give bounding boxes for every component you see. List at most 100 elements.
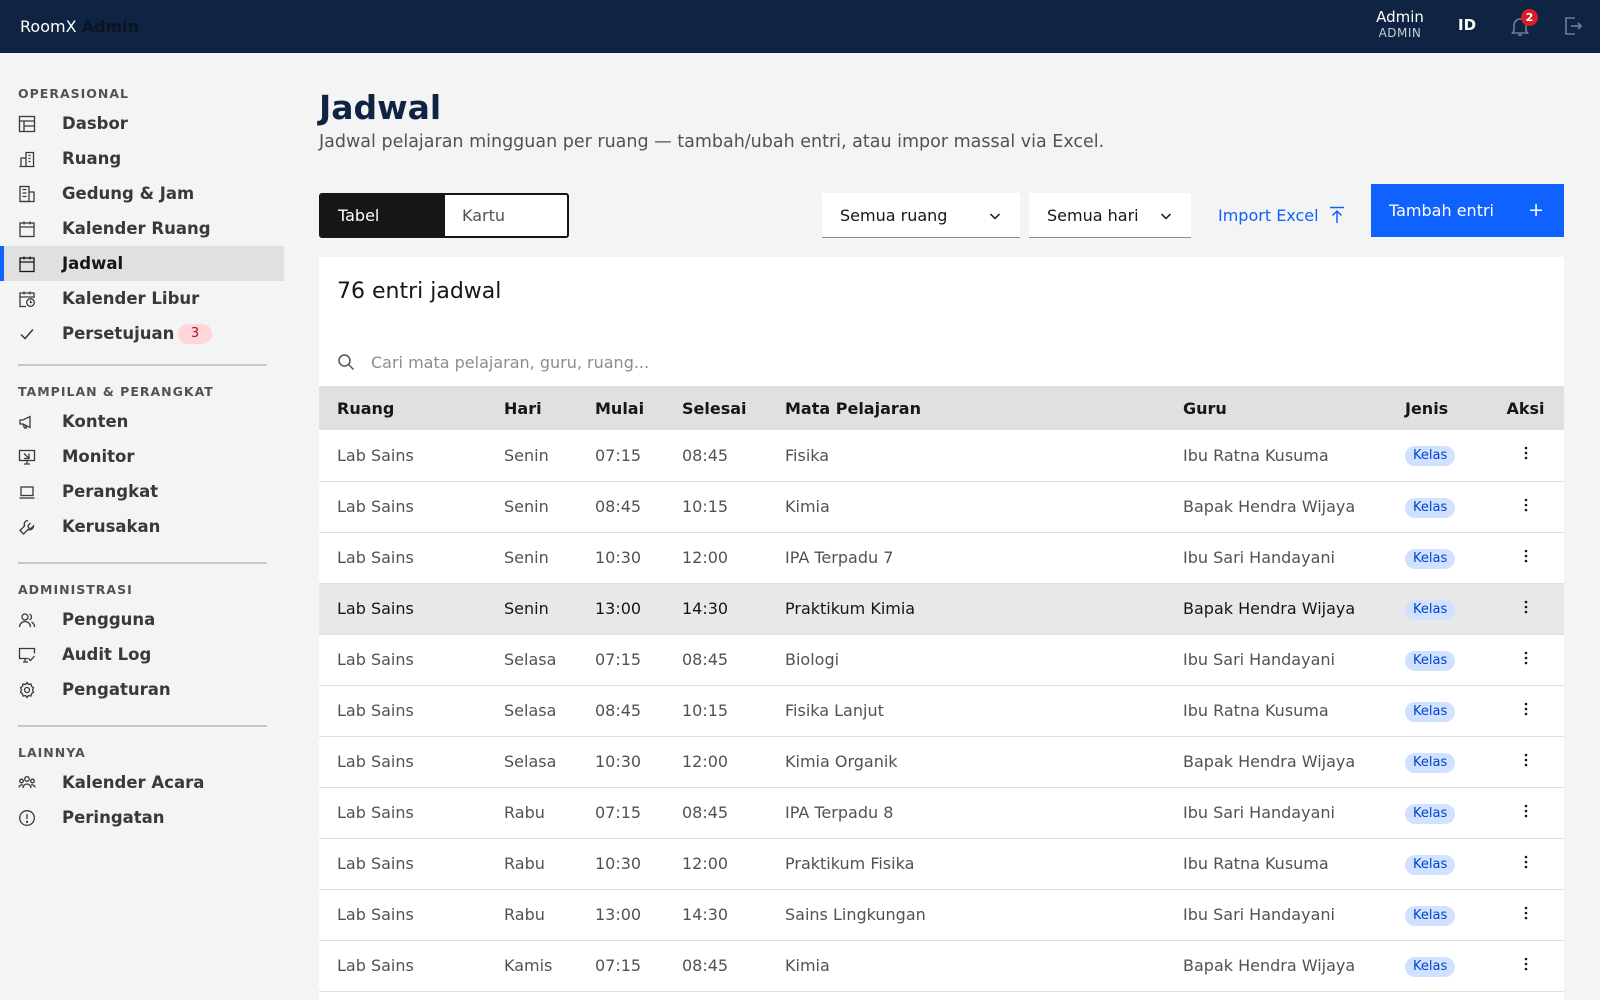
table-row[interactable]: Lab Sains Selasa 10:30 12:00 Kimia Organik Ba…	[319, 736, 1564, 787]
type-tag: Kelas	[1405, 650, 1456, 671]
room-filter-select[interactable]: Semua ruang	[822, 193, 1020, 238]
warning-icon	[19, 810, 35, 826]
day-filter-value: Semua hari	[1047, 205, 1139, 225]
brand-main: RoomX	[20, 17, 77, 36]
sidebar-item-dasbor[interactable]: Dasbor	[0, 106, 284, 141]
table-row[interactable]: Lab Sains Rabu 13:00 14:30 Sains Lingkungan I…	[319, 889, 1564, 940]
col-mulai[interactable]: Mulai	[577, 386, 664, 430]
table-row[interactable]: Lab Sains Senin 08:45 10:15 Kimia Bapak Hendr…	[319, 481, 1564, 532]
cell-selesai: 12:00	[682, 854, 729, 873]
sidebar-item-label: Konten	[62, 412, 129, 431]
cell-ruang: Lab Sains	[337, 854, 414, 873]
add-entry-label: Tambah entri	[1389, 201, 1494, 220]
table-row[interactable]: Lab Sains Rabu 10:30 12:00 Praktikum Fisika I…	[319, 838, 1564, 889]
table-row[interactable]: Lab Sains Selasa 07:15 08:45 Biologi Ibu Sari…	[319, 634, 1564, 685]
sidebar-item-perangkat[interactable]: Perangkat	[0, 474, 284, 509]
col-jenis[interactable]: Jenis	[1387, 386, 1487, 430]
overflow-menu-icon[interactable]	[1516, 905, 1536, 925]
table-row[interactable]: Lab Sains Kamis 07:15 08:45 Kimia Bapak Hendr…	[319, 940, 1564, 991]
day-filter-select[interactable]: Semua hari	[1029, 193, 1191, 238]
add-entry-button[interactable]: Tambah entri +	[1371, 184, 1564, 237]
overflow-menu-icon[interactable]	[1516, 445, 1536, 465]
cell-hari: Senin	[504, 599, 549, 618]
overflow-menu-icon[interactable]	[1516, 701, 1536, 721]
col-guru[interactable]: Guru	[1165, 386, 1387, 430]
sidebar-item-persetujuan[interactable]: Persetujuan 3	[0, 316, 284, 351]
cell-aksi	[1487, 838, 1564, 889]
table-row[interactable]: Lab Sains Selasa 08:45 10:15 Fisika Lanjut Ib…	[319, 685, 1564, 736]
sidebar-item-ruang[interactable]: Ruang	[0, 141, 284, 176]
col-selesai[interactable]: Selesai	[664, 386, 767, 430]
logout-icon[interactable]	[1561, 14, 1585, 38]
cell-aksi	[1487, 736, 1564, 787]
cell-selesai: 14:30	[682, 599, 729, 618]
view-table-option[interactable]: Tabel	[321, 195, 445, 236]
search-input[interactable]	[371, 347, 1541, 377]
chevron-down-icon	[1160, 213, 1172, 220]
sidebar-item-jadwal[interactable]: Jadwal	[0, 246, 284, 281]
cell-aksi	[1487, 889, 1564, 940]
plus-icon: +	[1528, 199, 1544, 221]
sidebar-item-kerusakan[interactable]: Kerusakan	[0, 509, 284, 544]
sidebar-item-gedung-jam[interactable]: Gedung & Jam	[0, 176, 284, 211]
wrench-icon	[19, 519, 35, 535]
overflow-menu-icon[interactable]	[1516, 497, 1536, 517]
overflow-menu-icon[interactable]	[1516, 548, 1536, 568]
col-ruang[interactable]: Ruang	[319, 386, 486, 430]
cell-mulai: 07:15	[595, 956, 642, 975]
notification-badge: 2	[1521, 9, 1538, 26]
overflow-menu-icon[interactable]	[1516, 752, 1536, 772]
type-tag: Kelas	[1405, 497, 1456, 518]
sidebar-item-pengguna[interactable]: Pengguna	[0, 602, 284, 637]
page-subtitle: Jadwal pelajaran mingguan per ruang — ta…	[319, 132, 1105, 152]
building-icon	[19, 151, 35, 168]
schedule-table: Ruang Hari Mulai Selesai Mata Pelajaran …	[319, 386, 1564, 992]
audit-icon	[18, 647, 36, 663]
cell-aksi	[1487, 481, 1564, 532]
sidebar-item-label: Kalender Ruang	[62, 219, 211, 238]
table-header-row: Ruang Hari Mulai Selesai Mata Pelajaran …	[319, 386, 1564, 430]
user-menu[interactable]: Admin ADMIN	[1362, 8, 1438, 40]
user-name: Admin	[1376, 8, 1424, 26]
section-lainnya: LAINNYA	[18, 745, 86, 760]
table-row[interactable]: Lab Sains Senin 07:15 08:45 Fisika Ibu Ratna …	[319, 430, 1564, 481]
sidebar-item-kalender-acara[interactable]: Kalender Acara	[0, 765, 284, 800]
sidebar-item-kalender-libur[interactable]: Kalender Libur	[0, 281, 284, 316]
overflow-menu-icon[interactable]	[1516, 650, 1536, 670]
cell-jenis: Kelas	[1387, 430, 1487, 481]
cell-selesai: 12:00	[682, 548, 729, 567]
sidebar-item-monitor[interactable]: Monitor	[0, 439, 284, 474]
type-tag: Kelas	[1405, 446, 1456, 467]
sidebar-item-peringatan[interactable]: Peringatan	[0, 800, 284, 835]
sidebar-item-audit-log[interactable]: Audit Log	[0, 637, 284, 672]
overflow-menu-icon[interactable]	[1516, 854, 1536, 874]
brand-logo[interactable]: RoomX Admin	[20, 17, 139, 36]
cell-hari: Rabu	[504, 854, 545, 873]
language-switch[interactable]: ID	[1458, 16, 1476, 34]
overflow-menu-icon[interactable]	[1516, 956, 1536, 976]
schedule-table-card: 76 entri jadwal Ruang Hari Mulai Selesai…	[319, 257, 1564, 1000]
sidebar-item-pengaturan[interactable]: Pengaturan	[0, 672, 284, 707]
overflow-menu-icon[interactable]	[1516, 599, 1536, 619]
cell-mulai: 07:15	[595, 445, 642, 465]
cell-guru: Bapak Hendra Wijaya	[1183, 599, 1356, 618]
brand-sub: Admin	[81, 17, 140, 36]
cell-jenis: Kelas	[1387, 787, 1487, 838]
table-row[interactable]: Lab Sains Rabu 07:15 08:45 IPA Terpadu 8 Ibu …	[319, 787, 1564, 838]
table-row[interactable]: Lab Sains Senin 10:30 12:00 IPA Terpadu 7 Ibu…	[319, 532, 1564, 583]
type-tag: Kelas	[1405, 854, 1456, 875]
col-mata-pelajaran[interactable]: Mata Pelajaran	[767, 386, 1165, 430]
view-cards-option[interactable]: Kartu	[445, 195, 567, 236]
approval-count-badge: 3	[178, 324, 212, 344]
sidebar-item-kalender-ruang[interactable]: Kalender Ruang	[0, 211, 284, 246]
overflow-menu-icon[interactable]	[1516, 803, 1536, 823]
import-excel-label: Import Excel	[1218, 205, 1319, 225]
col-hari[interactable]: Hari	[486, 386, 577, 430]
sidebar-item-konten[interactable]: Konten	[0, 404, 284, 439]
cell-hari: Senin	[504, 445, 549, 465]
table-row[interactable]: Lab Sains Senin 13:00 14:30 Praktikum Kimia B…	[319, 583, 1564, 634]
cell-selesai: 08:45	[682, 445, 729, 465]
import-excel-button[interactable]: Import Excel	[1218, 197, 1345, 233]
group-icon	[18, 776, 36, 789]
sidebar-item-label: Kalender Acara	[62, 773, 205, 792]
